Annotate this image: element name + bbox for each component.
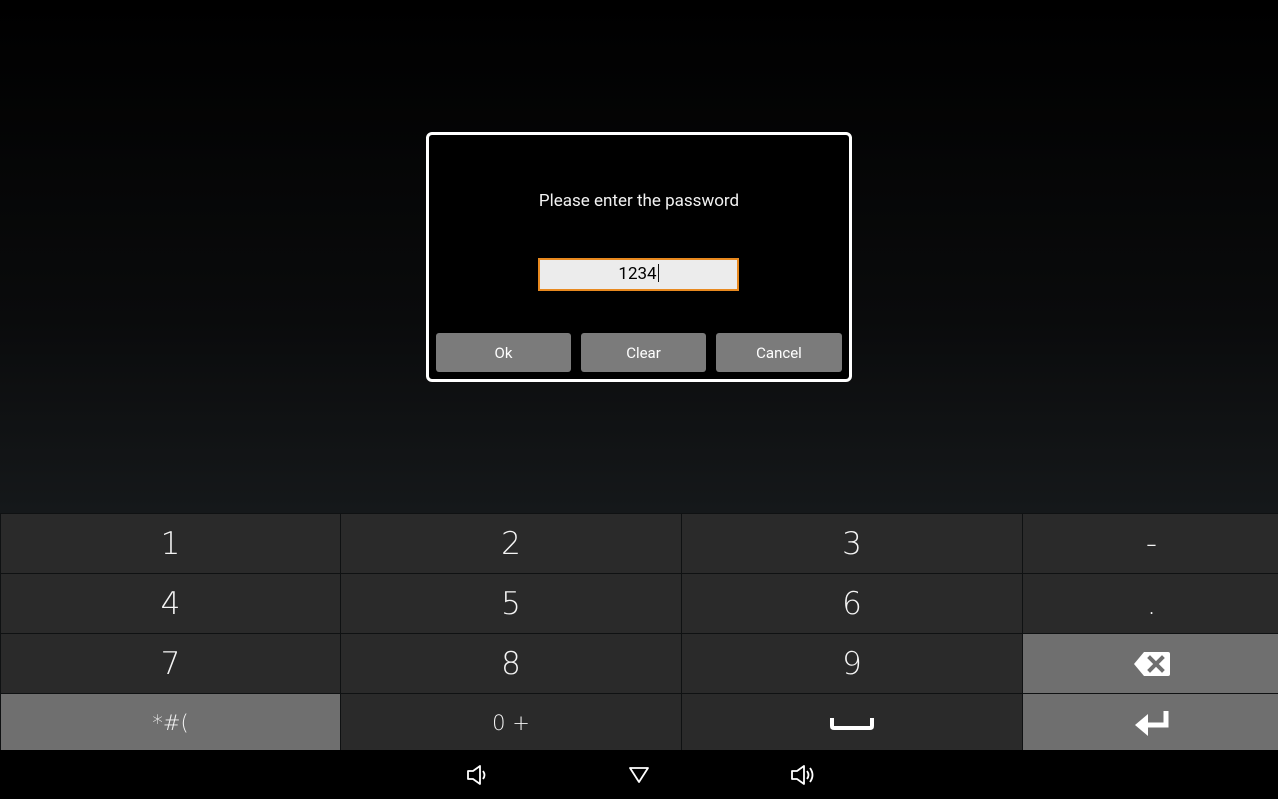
key-2[interactable]: 2 (341, 514, 681, 573)
navigation-bar (0, 750, 1278, 799)
password-input[interactable]: 1234 (538, 258, 739, 291)
volume-up-icon[interactable] (789, 764, 817, 786)
key-space[interactable] (682, 694, 1022, 752)
numeric-keyboard: 1 2 3 - 4 5 6 . 7 8 9 *#( 0 + (0, 513, 1278, 752)
key-9[interactable]: 9 (682, 634, 1022, 693)
key-3[interactable]: 3 (682, 514, 1022, 573)
back-icon[interactable] (628, 766, 650, 784)
key-minus[interactable]: - (1023, 514, 1278, 573)
key-0-plus[interactable]: 0 + (341, 694, 681, 752)
key-7[interactable]: 7 (1, 634, 340, 693)
ok-button[interactable]: Ok (436, 333, 571, 372)
password-dialog: Please enter the password 1234 Ok Clear … (426, 132, 852, 382)
key-backspace[interactable] (1023, 634, 1278, 693)
key-symbols[interactable]: *#( (1, 694, 340, 752)
text-caret (657, 264, 659, 282)
cancel-button[interactable]: Cancel (716, 333, 842, 372)
key-period[interactable]: . (1023, 574, 1278, 633)
key-8[interactable]: 8 (341, 634, 681, 693)
enter-icon (1134, 711, 1168, 736)
backspace-icon (1133, 651, 1170, 676)
dialog-prompt: Please enter the password (538, 191, 740, 211)
password-value: 1234 (618, 264, 657, 284)
volume-down-icon[interactable] (465, 764, 489, 786)
key-1[interactable]: 1 (1, 514, 340, 573)
key-5[interactable]: 5 (341, 574, 681, 633)
key-4[interactable]: 4 (1, 574, 340, 633)
key-6[interactable]: 6 (682, 574, 1022, 633)
space-icon (830, 718, 874, 730)
key-enter[interactable] (1023, 694, 1278, 752)
clear-button[interactable]: Clear (581, 333, 706, 372)
